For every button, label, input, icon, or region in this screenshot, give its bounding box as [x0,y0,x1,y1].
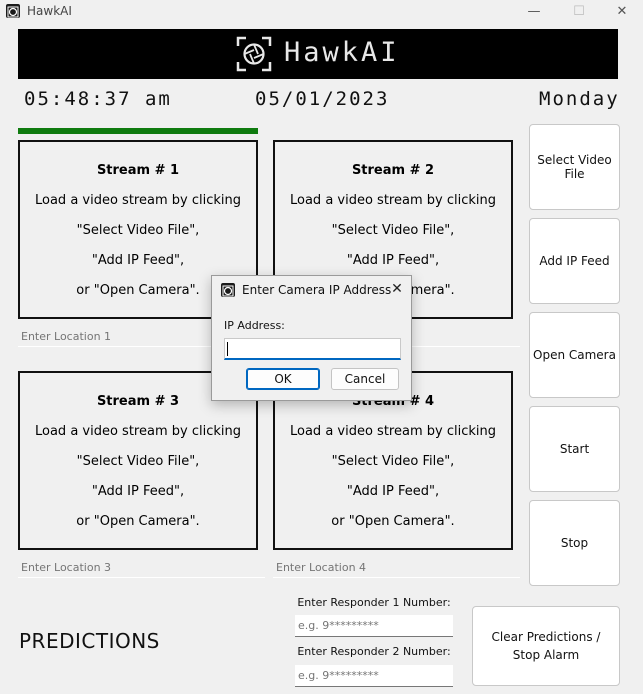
clear-predictions-button[interactable]: Clear Predictions / Stop Alarm [472,606,620,686]
location-input-3[interactable] [18,558,265,578]
responder-2-label: Enter Responder 2 Number: [297,645,451,658]
location-input-4[interactable] [273,558,520,578]
open-camera-button[interactable]: Open Camera [529,312,620,398]
stop-button[interactable]: Stop [529,500,620,586]
stream-instruction: "Select Video File", [331,454,455,469]
responder-2-input[interactable] [295,665,453,687]
maximize-button[interactable]: ☐ [556,2,602,22]
window-titlebar: HawkAI — ☐ ✕ [0,0,643,24]
ip-address-label: IP Address: [224,319,285,332]
stream-instruction: "Select Video File", [331,223,455,238]
aperture-icon [235,35,273,73]
stream-instruction: "Select Video File", [76,223,200,238]
progress-bar [18,128,258,134]
stream-instruction: "Select Video File", [76,454,200,469]
stream-instruction: or "Open Camera". [76,514,200,529]
stream-instruction: "Add IP Feed", [346,484,440,499]
stream-title: Stream # 1 [96,163,180,178]
stream-instruction: Load a video stream by clicking [35,193,241,208]
window-title: HawkAI [27,4,72,18]
responder-1-label: Enter Responder 1 Number: [297,596,451,609]
day-display: Monday [539,88,620,110]
dialog-app-icon [221,283,235,297]
text-caret [227,342,228,356]
stream-instruction: Load a video stream by clicking [35,424,241,439]
stream-instruction: Load a video stream by clicking [290,424,496,439]
close-window-button[interactable]: ✕ [599,2,643,22]
dialog-close-button[interactable]: ✕ [387,279,407,299]
responder-1-input[interactable] [295,615,453,637]
stream-instruction: "Add IP Feed", [91,484,185,499]
cancel-button[interactable]: Cancel [331,368,399,390]
predictions-label: PREDICTIONS [19,629,160,653]
stream-instruction: or "Open Camera". [331,514,455,529]
select-video-file-button[interactable]: Select Video File [529,124,620,210]
brand-logo-text: HawkAI [284,37,400,68]
stream-title: Stream # 2 [351,163,435,178]
ok-button[interactable]: OK [246,368,320,390]
app-logo-icon [6,4,20,18]
stream-instruction: Load a video stream by clicking [290,193,496,208]
date-display: 05/01/2023 [255,88,390,110]
clock-display: 05:48:37 am [24,88,172,110]
minimize-button[interactable]: — [511,2,557,22]
add-ip-feed-button[interactable]: Add IP Feed [529,218,620,304]
brand-banner: HawkAI [18,29,618,79]
ip-address-dialog: Enter Camera IP Address ✕ IP Address: OK… [211,275,412,401]
start-button[interactable]: Start [529,406,620,492]
ip-address-input[interactable] [224,338,401,360]
progress-fill [18,128,258,134]
dialog-title: Enter Camera IP Address [242,283,392,297]
